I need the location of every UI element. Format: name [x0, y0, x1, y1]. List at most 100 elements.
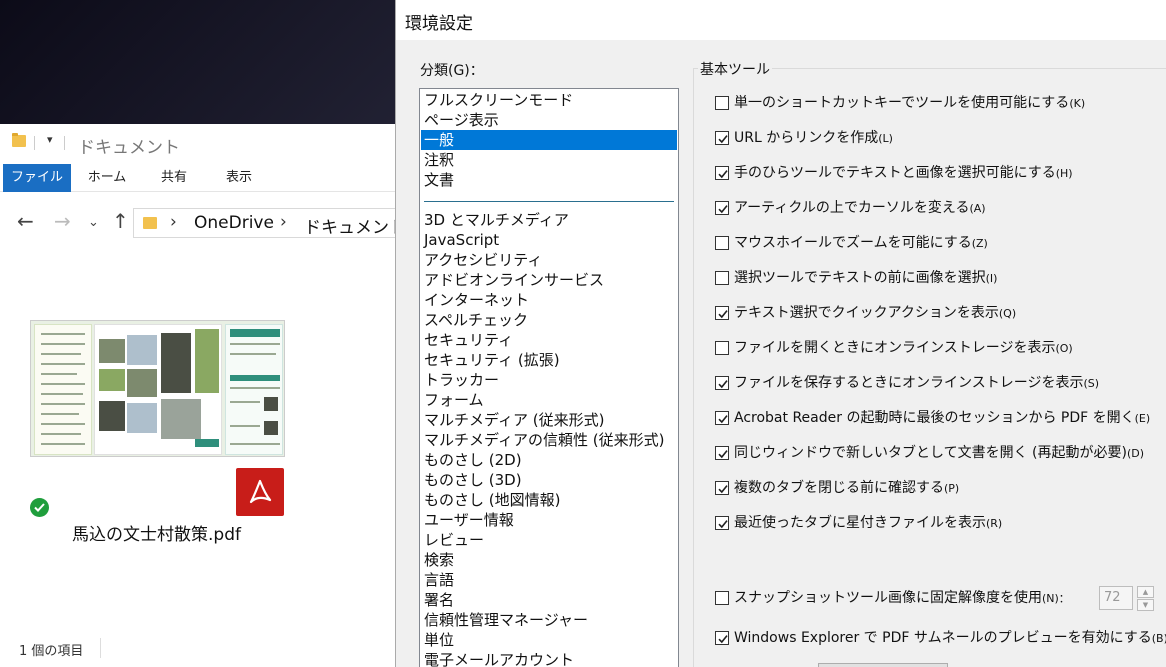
option-text: ファイルを開くときにオンラインストレージを表示 — [734, 340, 1056, 356]
option-access-key: (N)： — [1042, 592, 1070, 605]
option-access-key: (B) — [1151, 632, 1166, 645]
option-text: 選択ツールでテキストの前に画像を選択 — [734, 270, 986, 286]
option-text: Acrobat Reader の起動時に最後のセッションから PDF を開く — [734, 410, 1135, 426]
pdf-thumbnail[interactable] — [30, 320, 285, 457]
category-item[interactable]: ものさし (2D) — [421, 450, 677, 470]
file-name-label[interactable]: 馬込の文士村散策.pdf — [72, 520, 241, 545]
explorer-titlebar: ▾ ドキュメント — [0, 124, 420, 162]
option-label: アーティクルの上でカーソルを変える(A) — [734, 198, 986, 219]
category-item[interactable]: アドビオンラインサービス — [421, 270, 677, 290]
category-item[interactable]: 電子メールアカウント — [421, 650, 677, 667]
option-label: 最近使ったタブに星付きファイルを表示(R) — [734, 513, 1002, 534]
checkbox-checked[interactable] — [715, 131, 729, 145]
option-text: URL からリンクを作成 — [734, 130, 879, 146]
category-item[interactable]: フルスクリーンモード — [421, 90, 677, 110]
option-label: ファイルを開くときにオンラインストレージを表示(O) — [734, 338, 1073, 359]
folder-icon — [143, 217, 157, 229]
back-arrow-icon[interactable]: ← — [17, 210, 34, 232]
breadcrumb-chevron-icon[interactable]: › — [170, 212, 177, 232]
category-item[interactable]: ものさし (地図情報) — [421, 490, 677, 510]
category-item[interactable]: トラッカー — [421, 370, 677, 390]
partial-button[interactable] — [818, 663, 948, 667]
checkbox-unchecked[interactable] — [715, 96, 729, 110]
navigation-bar: ← → ⌄ ↑ › OneDrive › ドキュメント — [0, 204, 420, 240]
option-access-key: (L) — [878, 132, 893, 145]
option-access-key: (I) — [985, 272, 998, 285]
option-access-key: (P) — [944, 482, 960, 495]
acrobat-pdf-icon — [236, 468, 284, 516]
checkbox-checked[interactable] — [715, 201, 729, 215]
checkbox-checked[interactable] — [715, 411, 729, 425]
option-label: 単一のショートカットキーでツールを使用可能にする(K) — [734, 93, 1085, 114]
thumbnail-page — [225, 324, 283, 455]
status-item-count: 1 個の項目 — [19, 644, 84, 659]
category-item[interactable]: 一般 — [421, 130, 677, 150]
thumbnail-page — [94, 324, 222, 455]
basic-tools-group — [693, 68, 1166, 667]
option-label: 手のひらツールでテキストと画像を選択可能にする(H) — [734, 163, 1073, 184]
tab-share[interactable]: 共有 — [148, 164, 200, 192]
up-arrow-icon[interactable]: ↑ — [112, 210, 129, 232]
option-access-key: (K) — [1069, 97, 1086, 110]
forward-arrow-icon[interactable]: → — [54, 210, 71, 232]
tab-file[interactable]: ファイル — [3, 164, 71, 192]
tab-view[interactable]: 表示 — [212, 164, 266, 192]
category-item[interactable]: 3D とマルチメディア — [421, 210, 677, 230]
breadcrumb-chevron-icon[interactable]: › — [280, 212, 287, 232]
category-item[interactable]: フォーム — [421, 390, 677, 410]
checkbox-checked[interactable] — [715, 446, 729, 460]
recent-locations-chevron-icon[interactable]: ⌄ — [88, 212, 99, 234]
spin-up-icon[interactable]: ▲ — [1137, 586, 1154, 598]
tab-home[interactable]: ホーム — [80, 164, 134, 192]
option-access-key: (R) — [986, 517, 1003, 530]
option-label: Acrobat Reader の起動時に最後のセッションから PDF を開く(E… — [734, 408, 1150, 429]
option-access-key: (E) — [1134, 412, 1151, 425]
category-item[interactable]: ページ表示 — [421, 110, 677, 130]
category-item[interactable]: 言語 — [421, 570, 677, 590]
option-access-key: (Z) — [971, 237, 988, 250]
resolution-input[interactable]: 72 — [1099, 586, 1133, 610]
window-title: ドキュメント — [78, 138, 180, 157]
category-item[interactable]: アクセシビリティ — [421, 250, 677, 270]
category-item[interactable]: ものさし (3D) — [421, 470, 677, 490]
dialog-titlebar: 環境設定 — [396, 0, 1166, 40]
address-bar[interactable]: › OneDrive › ドキュメント — [133, 208, 420, 238]
category-item[interactable]: 検索 — [421, 550, 677, 570]
quick-access-dropdown-icon[interactable]: ▾ — [47, 133, 53, 146]
category-item[interactable]: セキュリティ — [421, 330, 677, 350]
spin-down-icon[interactable]: ▼ — [1137, 599, 1154, 611]
category-item[interactable]: レビュー — [421, 530, 677, 550]
category-item[interactable]: インターネット — [421, 290, 677, 310]
category-divider — [424, 201, 674, 202]
category-item[interactable]: 注釈 — [421, 150, 677, 170]
option-text: 複数のタブを閉じる前に確認する — [734, 480, 944, 496]
checkbox-checked[interactable] — [715, 166, 729, 180]
checkbox-unchecked[interactable] — [715, 591, 729, 605]
checkbox-checked[interactable] — [715, 376, 729, 390]
category-item[interactable]: 文書 — [421, 170, 677, 190]
category-item[interactable]: 単位 — [421, 630, 677, 650]
sync-status-check-icon — [30, 498, 49, 517]
category-item[interactable]: セキュリティ (拡張) — [421, 350, 677, 370]
checkbox-checked[interactable] — [715, 516, 729, 530]
checkbox-checked[interactable] — [715, 306, 729, 320]
breadcrumb-onedrive[interactable]: OneDrive — [194, 213, 274, 233]
checkbox-unchecked[interactable] — [715, 271, 729, 285]
category-item[interactable]: マルチメディア (従来形式) — [421, 410, 677, 430]
breadcrumb-documents[interactable]: ドキュメント — [304, 213, 406, 238]
category-item[interactable]: 署名 — [421, 590, 677, 610]
option-text: スナップショットツール画像に固定解像度を使用 — [734, 590, 1042, 606]
option-text: アーティクルの上でカーソルを変える — [734, 200, 970, 216]
category-list[interactable]: フルスクリーンモード ページ表示 一般 注釈 文書 3D とマルチメディア JavaScri… — [419, 88, 679, 667]
checkbox-checked[interactable] — [715, 631, 729, 645]
option-text: 手のひらツールでテキストと画像を選択可能にする — [734, 165, 1056, 181]
category-item[interactable]: スペルチェック — [421, 310, 677, 330]
category-item[interactable]: JavaScript — [421, 230, 677, 250]
category-item[interactable]: ユーザー情報 — [421, 510, 677, 530]
checkbox-unchecked[interactable] — [715, 236, 729, 250]
category-item[interactable]: 信頼性管理マネージャー — [421, 610, 677, 630]
preferences-dialog: 環境設定 分類(G)： フルスクリーンモード ページ表示 一般 注釈 文書 3D とマルチ… — [395, 0, 1166, 667]
checkbox-checked[interactable] — [715, 481, 729, 495]
checkbox-unchecked[interactable] — [715, 341, 729, 355]
category-item[interactable]: マルチメディアの信頼性 (従来形式) — [421, 430, 677, 450]
